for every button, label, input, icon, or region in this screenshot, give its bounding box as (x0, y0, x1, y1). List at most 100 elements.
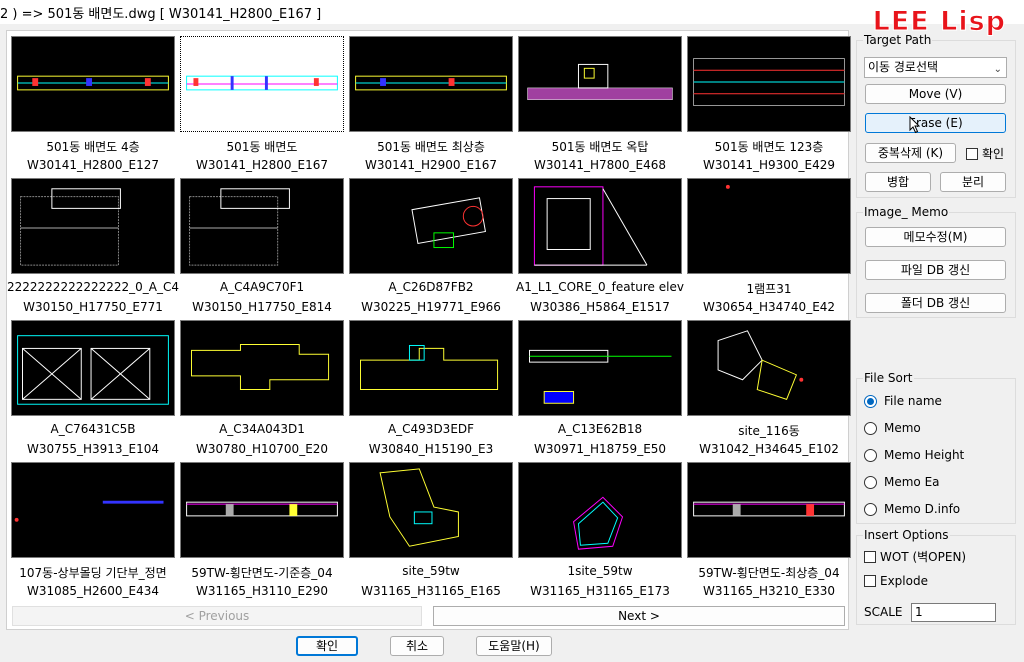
sort-option[interactable]: Memo Ea (864, 475, 940, 489)
thumbnail-code: W30150_H17750_E771 (23, 300, 163, 314)
thumbnail-code: W31042_H34645_E102 (699, 442, 839, 456)
thumbnail-code: W30141_H2900_E167 (364, 158, 498, 172)
thumbnail-name: 501동 배면도 (226, 140, 298, 154)
thumbnail-name: A_C4A9C70F1 (219, 280, 305, 294)
sort-option[interactable]: Memo D.info (864, 502, 960, 516)
thumbnail-image[interactable] (180, 320, 344, 416)
sort-radio[interactable] (864, 421, 877, 435)
target-path-combo-value: 이동 경로선택 (868, 60, 939, 74)
edit-memo-button[interactable]: 메모수정(M) (865, 227, 1006, 247)
sort-option-label: Memo (884, 421, 921, 435)
thumbnail-name: 501동 배면도 123층 (714, 140, 824, 154)
thumbnail-code: W30141_H7800_E468 (533, 158, 667, 172)
thumbnail-code: W30141_H2800_E127 (26, 158, 160, 172)
thumbnail-code: W30780_H10700_E20 (195, 442, 329, 456)
thumbnail-image[interactable] (687, 36, 851, 132)
file-db-update-button[interactable]: 파일 DB 갱신 (865, 260, 1006, 280)
thumbnail-image[interactable] (11, 320, 175, 416)
confirm-checkbox-label: 확인 (982, 147, 1005, 161)
explode-checkbox-box[interactable] (864, 575, 876, 587)
thumbnail-name: site_116동 (738, 424, 800, 438)
thumbnail-code: W31085_H2600_E434 (26, 584, 160, 598)
explode-checkbox[interactable]: Explode (864, 574, 928, 588)
thumbnail-name: 1램프31 (746, 282, 792, 296)
thumbnail-code: W30654_H34740_E42 (702, 300, 836, 314)
sort-radio[interactable] (864, 502, 877, 516)
thumbnail-image[interactable] (349, 462, 513, 558)
thumbnail-code: W30225_H19771_E966 (361, 300, 501, 314)
cancel-button[interactable]: 취소 (390, 636, 444, 656)
wot-checkbox-box[interactable] (864, 550, 876, 563)
thumbnail-code: W30755_H3913_E104 (26, 442, 160, 456)
merge-button[interactable]: 병합 (865, 172, 931, 192)
thumbnail-image[interactable] (180, 462, 344, 558)
thumbnail-image[interactable] (11, 462, 175, 558)
thumbnail-code: W30150_H17750_E814 (192, 300, 332, 314)
thumbnail-code: W30141_H9300_E429 (702, 158, 836, 172)
thumbnail-name: 2222222222222222_0_A_C4A9C7 (7, 280, 179, 294)
confirm-checkbox-box[interactable] (966, 147, 978, 160)
next-page-button[interactable]: Next > (433, 606, 845, 626)
thumbnail-name: A1_L1_CORE_0_feature elev (516, 280, 684, 294)
thumbnail-image[interactable] (180, 178, 344, 274)
thumbnail-name: 501동 배면도 최상층 (377, 140, 485, 154)
thumbnail-code: W30840_H15190_E3 (368, 442, 494, 456)
thumbnail-image[interactable] (11, 178, 175, 274)
target-path-combo[interactable]: 이동 경로선택 ⌄ (864, 57, 1007, 78)
previous-page-button[interactable]: < Previous (12, 606, 422, 626)
help-button[interactable]: 도움말(H) (476, 636, 552, 656)
sort-radio[interactable] (864, 448, 877, 462)
thumbnail-image[interactable] (349, 320, 513, 416)
dup-delete-button[interactable]: 중복삭제 (K) (865, 143, 956, 163)
split-button[interactable]: 분리 (940, 172, 1006, 192)
mouse-cursor-icon (909, 116, 921, 134)
window-title: 2 ) => 501동 배면도.dwg [ W30141_H2800_E167 … (0, 7, 322, 22)
confirm-checkbox[interactable]: 확인 (966, 145, 1004, 162)
image-memo-label: Image_ Memo (863, 205, 950, 219)
thumbnail-code: W31165_H31165_E173 (530, 584, 670, 598)
sort-option[interactable]: File name (864, 394, 942, 408)
title-bar: 2 ) => 501동 배면도.dwg [ W30141_H2800_E167 … (0, 0, 1024, 38)
thumbnail-image[interactable] (518, 320, 682, 416)
thumbnail-name: 59TW-횡단면도-최상층_04 (698, 566, 840, 580)
move-button[interactable]: Move (V) (865, 84, 1006, 104)
sort-option[interactable]: Memo Height (864, 448, 964, 462)
ok-button[interactable]: 확인 (296, 636, 358, 656)
file-sort-label: File Sort (863, 371, 914, 385)
thumbnail-name: A_C26D87FB2 (388, 280, 474, 294)
erase-button[interactable]: Erase (E) (865, 113, 1006, 133)
thumbnail-name: site_59tw (402, 564, 460, 578)
sort-option-label: File name (884, 394, 942, 408)
thumbnail-image[interactable] (178, 34, 346, 134)
thumbnail-image[interactable] (518, 462, 682, 558)
wot-checkbox[interactable]: WOT (벽OPEN) (864, 548, 966, 565)
sort-radio[interactable] (864, 475, 877, 489)
sort-option[interactable]: Memo (864, 421, 921, 435)
thumbnail-image[interactable] (687, 178, 851, 274)
thumbnail-name: 107동-상부몰딩 기단부_정면 (19, 566, 167, 580)
thumbnail-name: 501동 배면도 4층 (46, 140, 140, 154)
thumbnail-name: 59TW-횡단면도-기준층_04 (191, 566, 333, 580)
thumbnail-code: W30141_H2800_E167 (195, 158, 329, 172)
thumbnail-image[interactable] (349, 36, 513, 132)
thumbnail-code: W31165_H3210_E330 (702, 584, 836, 598)
sort-option-label: Memo Ea (884, 475, 940, 489)
thumbnail-name: 1site_59tw (567, 564, 633, 578)
thumbnail-image[interactable] (11, 36, 175, 132)
thumbnail-code: W31165_H3110_E290 (195, 584, 329, 598)
thumbnail-code: W30971_H18759_E50 (533, 442, 667, 456)
thumbnail-image[interactable] (349, 178, 513, 274)
thumbnail-image[interactable] (518, 178, 682, 274)
scale-input[interactable]: 1 (911, 603, 996, 622)
thumbnail-image[interactable] (687, 320, 851, 416)
thumbnail-name: A_C493D3EDF (387, 422, 475, 436)
sort-radio[interactable] (864, 394, 877, 408)
chevron-down-icon: ⌄ (993, 64, 1002, 75)
insert-options-label: Insert Options (863, 528, 950, 542)
thumbnail-name: A_C76431C5B (50, 422, 136, 436)
thumbnail-image[interactable] (518, 36, 682, 132)
thumbnail-grid: 501동 배면도 4층 W30141_H2800_E127 501동 배면도 W301… (6, 30, 851, 630)
sort-option-label: Memo Height (884, 448, 965, 462)
folder-db-update-button[interactable]: 폴더 DB 갱신 (865, 293, 1006, 313)
thumbnail-image[interactable] (687, 462, 851, 558)
